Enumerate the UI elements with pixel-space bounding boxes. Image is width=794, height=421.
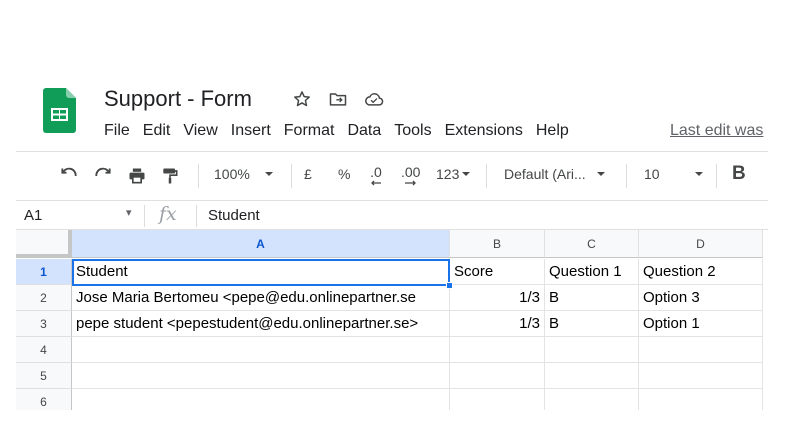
row-header-4[interactable]: 4 — [16, 337, 72, 363]
cell-d4[interactable] — [639, 337, 763, 363]
cell-a4[interactable] — [72, 337, 450, 363]
fill-handle[interactable] — [446, 282, 453, 289]
toolbar: 100% £ % .0 .00 123 Default (Ari... 10 B — [16, 151, 768, 200]
cell-d5[interactable] — [639, 363, 763, 389]
menu-help[interactable]: Help — [536, 122, 569, 140]
formula-input[interactable]: Student — [208, 207, 260, 224]
formula-bar-divider — [196, 205, 197, 227]
cell-b5[interactable] — [450, 363, 545, 389]
cell-a6[interactable] — [72, 389, 450, 410]
fx-icon: fx — [159, 203, 177, 225]
menu-data[interactable]: Data — [347, 122, 381, 140]
cell-a1[interactable]: Student — [72, 259, 450, 285]
formula-bar: A1 ▾ fx Student — [16, 200, 768, 230]
menu-bar: File Edit View Insert Format Data Tools … — [104, 122, 763, 140]
menu-insert[interactable]: Insert — [231, 122, 271, 140]
cell-d3[interactable]: Option 1 — [639, 311, 763, 337]
menu-format[interactable]: Format — [284, 122, 335, 140]
toolbar-divider — [486, 164, 487, 188]
zoom-select[interactable]: 100% — [214, 166, 274, 182]
toolbar-divider — [716, 164, 717, 188]
redo-icon[interactable] — [92, 166, 114, 186]
font-size-select[interactable]: 10 — [644, 166, 704, 182]
cell-b2[interactable]: 1/3 — [450, 285, 545, 311]
menu-edit[interactable]: Edit — [143, 122, 171, 140]
paint-format-icon[interactable] — [160, 166, 180, 186]
column-header-a[interactable]: A — [72, 230, 450, 258]
column-header-c[interactable]: C — [545, 230, 639, 258]
cell-b1[interactable]: Score — [450, 259, 545, 285]
zoom-value: 100% — [214, 166, 250, 182]
decrease-decimal-button[interactable]: .0 — [370, 164, 382, 186]
font-size-value: 10 — [644, 166, 660, 182]
font-family-select[interactable]: Default (Ari... — [504, 166, 606, 182]
number-format-label: 123 — [436, 166, 460, 182]
spreadsheet-app: Support - Form File Edit View Insert For… — [0, 0, 794, 421]
toolbar-divider — [626, 164, 627, 188]
select-all-corner[interactable] — [16, 230, 72, 258]
cell-c5[interactable] — [545, 363, 639, 389]
arrow-right-icon — [404, 180, 416, 186]
toolbar-divider — [198, 164, 199, 188]
star-icon[interactable] — [291, 88, 313, 110]
cell-b4[interactable] — [450, 337, 545, 363]
number-format-select[interactable]: 123 — [436, 166, 471, 182]
font-family-value: Default (Ari... — [504, 166, 586, 182]
cell-d2[interactable]: Option 3 — [639, 285, 763, 311]
menu-view[interactable]: View — [183, 122, 217, 140]
number-format-dropdown-icon — [462, 172, 471, 176]
increase-decimal-label: .00 — [401, 164, 421, 180]
name-box-dropdown-icon[interactable]: ▾ — [126, 206, 132, 219]
increase-decimal-button[interactable]: .00 — [401, 164, 420, 186]
row-header-5[interactable]: 5 — [16, 363, 72, 389]
toolbar-divider — [291, 164, 292, 188]
row-header-3[interactable]: 3 — [16, 311, 72, 337]
row-header-2[interactable]: 2 — [16, 285, 72, 311]
print-icon[interactable] — [126, 166, 148, 186]
cell-c1[interactable]: Question 1 — [545, 259, 639, 285]
cell-d1[interactable]: Question 2 — [639, 259, 763, 285]
menu-tools[interactable]: Tools — [394, 122, 431, 140]
arrow-left-icon — [371, 180, 381, 186]
formula-bar-divider — [144, 205, 145, 227]
column-header-d[interactable]: D — [639, 230, 763, 258]
cell-b3[interactable]: 1/3 — [450, 311, 545, 337]
sheets-logo-icon[interactable] — [43, 88, 76, 133]
row-header-6[interactable]: 6 — [16, 389, 72, 410]
font-size-dropdown-icon — [694, 172, 703, 176]
bold-button[interactable]: B — [732, 163, 746, 185]
cell-c6[interactable] — [545, 389, 639, 410]
menu-extensions[interactable]: Extensions — [445, 122, 523, 140]
row-header-1[interactable]: 1 — [16, 259, 72, 285]
last-edit-link[interactable]: Last edit was — [670, 122, 763, 140]
cloud-saved-icon[interactable] — [363, 88, 385, 110]
cell-b6[interactable] — [450, 389, 545, 410]
document-title[interactable]: Support - Form — [104, 86, 252, 112]
decrease-decimal-label: .0 — [370, 164, 382, 180]
sheet-grid: A B C D 1 2 3 4 5 6 Student Score Questi… — [16, 230, 768, 410]
cell-c3[interactable]: B — [545, 311, 639, 337]
cell-d6[interactable] — [639, 389, 763, 410]
column-header-b[interactable]: B — [450, 230, 545, 258]
cell-a5[interactable] — [72, 363, 450, 389]
undo-icon[interactable] — [58, 166, 80, 186]
move-folder-icon[interactable] — [327, 88, 349, 110]
zoom-dropdown-icon — [264, 172, 273, 176]
currency-button[interactable]: £ — [304, 166, 312, 182]
menu-file[interactable]: File — [104, 122, 130, 140]
percent-button[interactable]: % — [338, 166, 350, 182]
cell-c2[interactable]: B — [545, 285, 639, 311]
font-dropdown-icon — [596, 172, 605, 176]
name-box[interactable]: A1 — [24, 207, 42, 224]
cell-c4[interactable] — [545, 337, 639, 363]
cell-a3[interactable]: pepe student <pepestudent@edu.onlinepart… — [72, 311, 450, 337]
title-actions — [291, 88, 385, 110]
cell-a2[interactable]: Jose Maria Bertomeu <pepe@edu.onlinepart… — [72, 285, 450, 311]
